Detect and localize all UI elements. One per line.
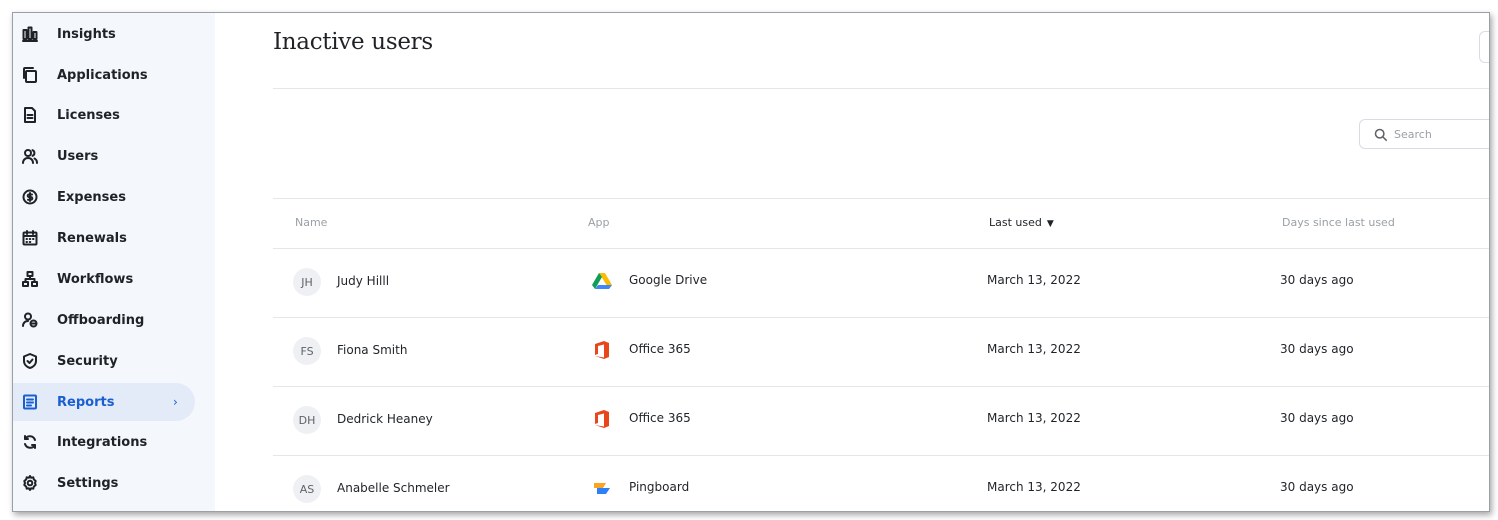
sidebar-item-label: Licenses	[57, 107, 120, 123]
table-row[interactable]: AS Anabelle Schmeler Pingboard March 13,…	[273, 455, 1489, 511]
google-drive-icon	[591, 270, 613, 292]
sidebar-item-label: Insights	[57, 26, 116, 42]
sidebar-item-label: Renewals	[57, 230, 127, 246]
sidebar-item-security[interactable]: Security	[13, 342, 195, 380]
sidebar-item-label: Settings	[57, 475, 119, 491]
app-name[interactable]: Google Drive	[629, 273, 707, 287]
table-top-divider	[273, 198, 1489, 199]
document-icon	[21, 106, 39, 124]
avatar: AS	[293, 475, 321, 503]
report-icon	[21, 393, 39, 411]
column-header-name[interactable]: Name	[295, 216, 327, 229]
main-content: Inactive users Name App Last used ▼ Days …	[215, 13, 1489, 511]
last-used-date: March 13, 2022	[987, 342, 1081, 356]
avatar: JH	[293, 268, 321, 296]
days-since-last-used: 30 days ago	[1280, 480, 1354, 494]
sidebar-item-offboarding[interactable]: Offboarding	[13, 301, 195, 339]
sidebar-item-label: Security	[57, 353, 118, 369]
bar-chart-icon	[21, 25, 39, 43]
sidebar-item-integrations[interactable]: Integrations	[13, 423, 195, 461]
users-icon	[21, 147, 39, 165]
sidebar-item-label: Offboarding	[57, 312, 145, 328]
sidebar-item-label: Integrations	[57, 434, 148, 450]
user-name[interactable]: Judy Hilll	[337, 274, 389, 288]
app-name[interactable]: Pingboard	[629, 480, 689, 494]
avatar: FS	[293, 337, 321, 365]
sidebar-item-reports[interactable]: Reports ›	[13, 383, 195, 421]
user-name[interactable]: Dedrick Heaney	[337, 412, 433, 426]
search-icon	[1374, 127, 1390, 143]
sort-down-icon: ▼	[1046, 219, 1054, 229]
user-remove-icon	[21, 311, 39, 329]
app-name[interactable]: Office 365	[629, 342, 691, 356]
gear-icon	[21, 474, 39, 492]
header-action-button[interactable]	[1479, 31, 1489, 63]
sidebar-item-label: Expenses	[57, 189, 126, 205]
search-input[interactable]	[1394, 124, 1489, 144]
days-since-last-used: 30 days ago	[1280, 273, 1354, 287]
days-since-last-used: 30 days ago	[1280, 411, 1354, 425]
column-header-app[interactable]: App	[588, 216, 610, 229]
days-since-last-used: 30 days ago	[1280, 342, 1354, 356]
sidebar-item-label: Applications	[57, 67, 148, 83]
sidebar-item-expenses[interactable]: Expenses	[13, 178, 195, 216]
column-header-days-since[interactable]: Days since last used	[1282, 216, 1395, 229]
office-365-icon	[591, 339, 613, 361]
sidebar-item-label: Reports	[57, 394, 115, 410]
office-365-icon	[591, 408, 613, 430]
table-row[interactable]: JH Judy Hilll Google Drive March 13, 202…	[273, 248, 1489, 317]
sync-icon	[21, 433, 39, 451]
app-window: Insights Applications Licenses Users Exp…	[12, 12, 1490, 512]
last-used-date: March 13, 2022	[987, 411, 1081, 425]
search-box[interactable]	[1359, 119, 1489, 149]
last-used-date: March 13, 2022	[987, 273, 1081, 287]
sidebar-item-label: Users	[57, 148, 99, 164]
sidebar-item-renewals[interactable]: Renewals	[13, 219, 195, 257]
table-row[interactable]: FS Fiona Smith Office 365 March 13, 2022…	[273, 317, 1489, 386]
avatar: DH	[293, 406, 321, 434]
sidebar-item-users[interactable]: Users	[13, 137, 195, 175]
sidebar-item-label: Workflows	[57, 271, 134, 287]
calendar-icon	[21, 229, 39, 247]
dollar-circle-icon	[21, 188, 39, 206]
app-name[interactable]: Office 365	[629, 411, 691, 425]
sidebar: Insights Applications Licenses Users Exp…	[13, 13, 215, 511]
last-used-date: March 13, 2022	[987, 480, 1081, 494]
chevron-right-icon: ›	[173, 395, 178, 409]
page-title: Inactive users	[273, 29, 433, 55]
user-name[interactable]: Anabelle Schmeler	[337, 481, 450, 495]
sidebar-item-workflows[interactable]: Workflows	[13, 260, 195, 298]
sidebar-item-insights[interactable]: Insights	[13, 15, 195, 53]
pingboard-icon	[591, 477, 613, 499]
column-header-label: Last used	[989, 216, 1042, 229]
sidebar-item-applications[interactable]: Applications	[13, 56, 195, 94]
user-name[interactable]: Fiona Smith	[337, 343, 407, 357]
column-header-last-used[interactable]: Last used ▼	[989, 216, 1054, 229]
copy-icon	[21, 66, 39, 84]
shield-icon	[21, 352, 39, 370]
table-row[interactable]: DH Dedrick Heaney Office 365 March 13, 2…	[273, 386, 1489, 455]
header-divider	[273, 88, 1489, 89]
sidebar-item-licenses[interactable]: Licenses	[13, 96, 195, 134]
workflow-icon	[21, 270, 39, 288]
sidebar-item-settings[interactable]: Settings	[13, 464, 195, 502]
